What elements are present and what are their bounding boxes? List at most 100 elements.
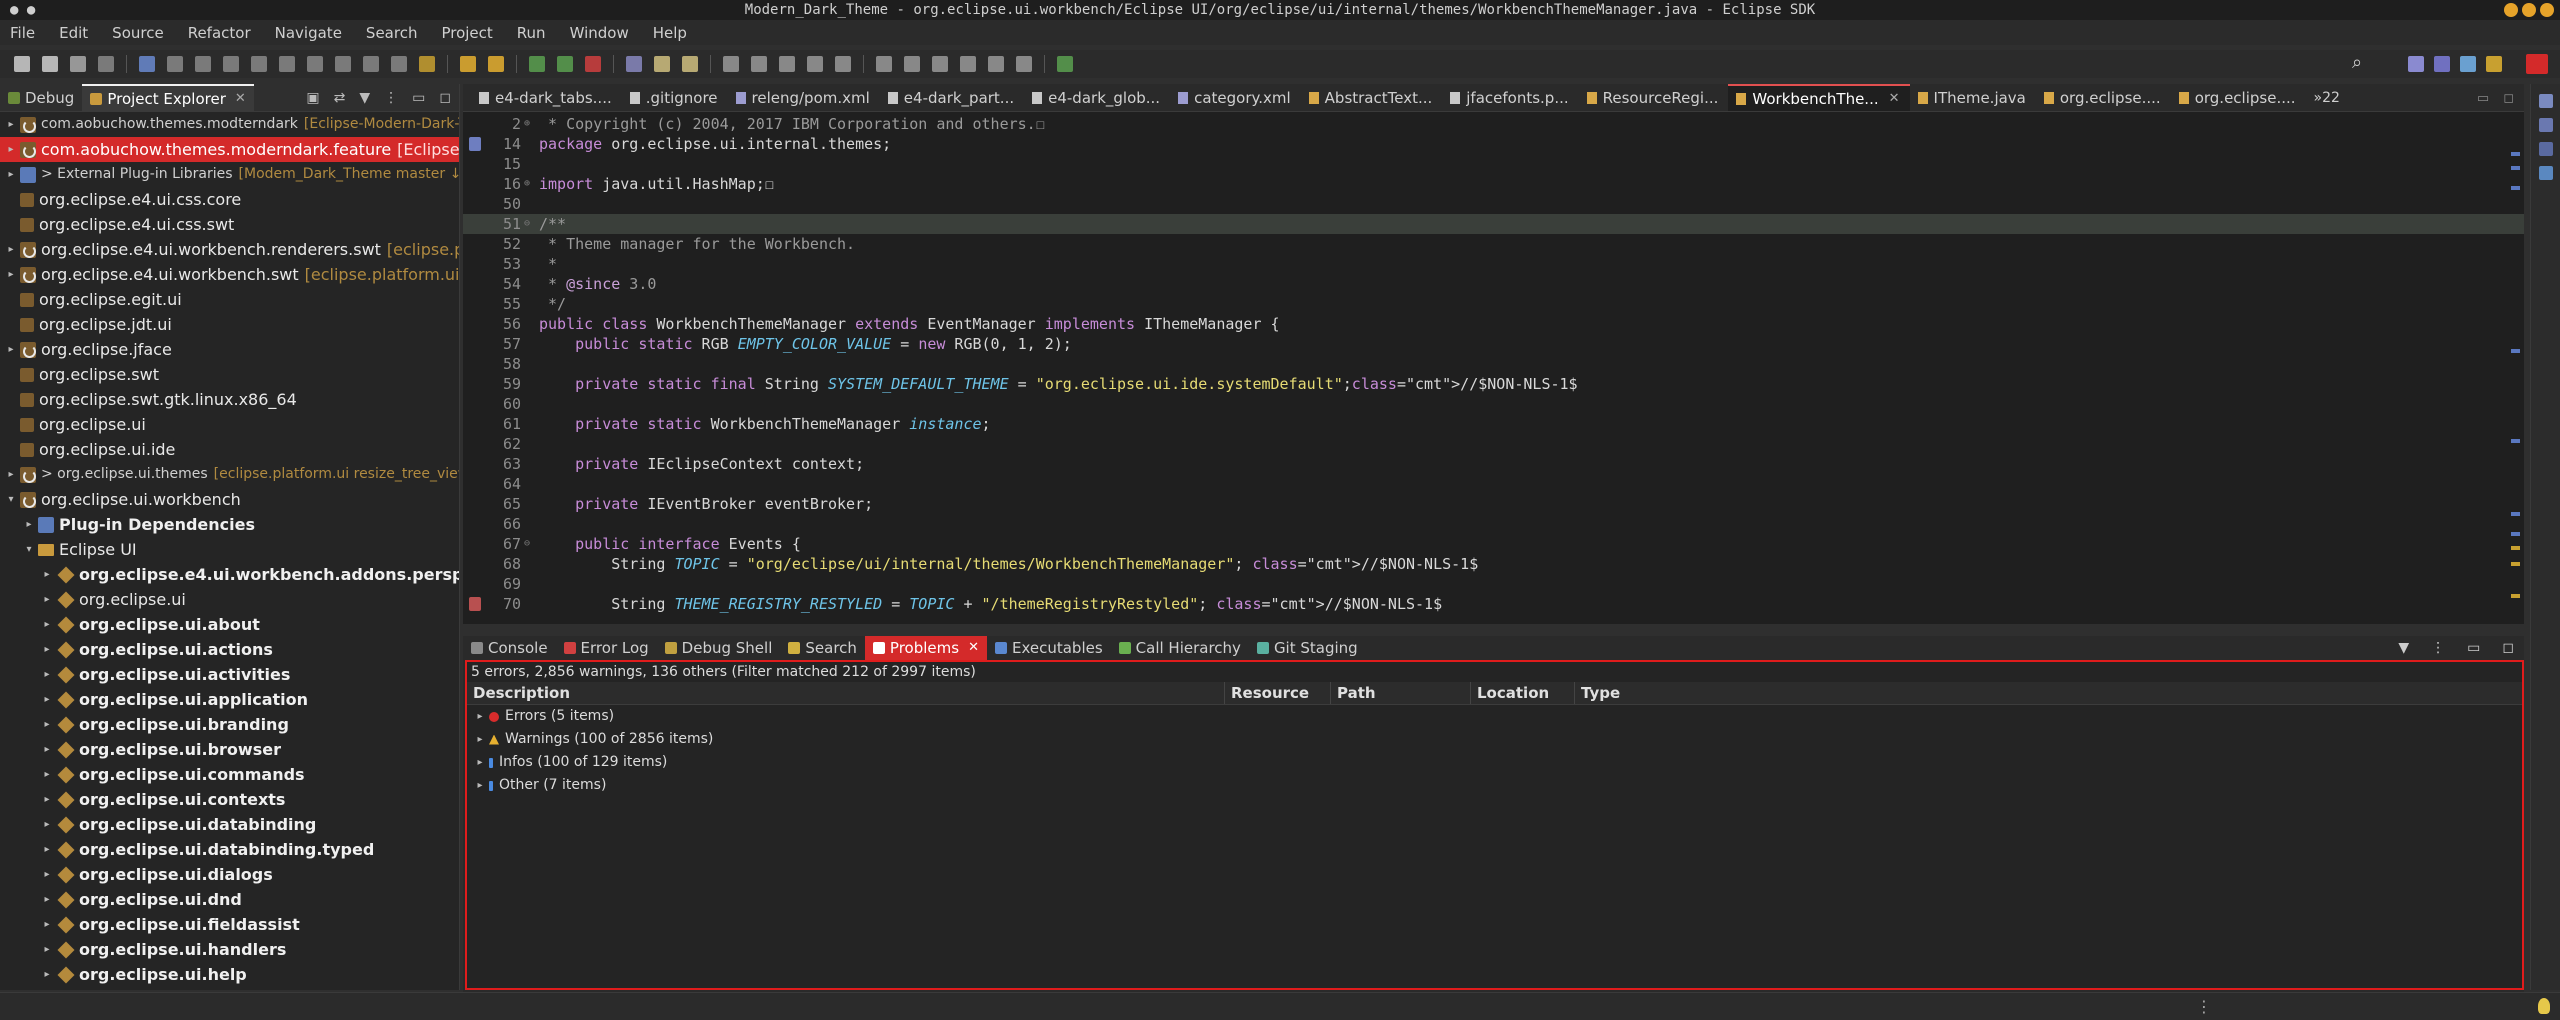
- toolbar-button-icon[interactable]: [876, 56, 892, 72]
- tab-problems[interactable]: Problems ✕: [864, 636, 987, 660]
- tree-item[interactable]: org.eclipse.e4.ui.css.core: [0, 187, 459, 212]
- tree-item[interactable]: ▸ org.eclipse.ui.handlers: [0, 937, 459, 962]
- toolbar-button-icon[interactable]: [751, 56, 767, 72]
- toolbar-button-icon[interactable]: [391, 56, 407, 72]
- code-editor[interactable]: 2 ⊕ * Copyright (c) 2004, 2017 IBM Corpor…: [463, 114, 2524, 624]
- tab-search[interactable]: Search: [780, 636, 865, 660]
- tab-error-log[interactable]: Error Log: [556, 636, 657, 660]
- warning-marker[interactable]: [2511, 546, 2520, 550]
- expand-arrow-icon[interactable]: ▸: [42, 637, 52, 662]
- toolbar-button-icon[interactable]: [195, 56, 211, 72]
- close-tab-icon[interactable]: ✕: [235, 85, 246, 113]
- tree-item[interactable]: org.eclipse.ui.ide: [0, 437, 459, 462]
- members-icon[interactable]: [2538, 166, 2553, 180]
- warning-marker[interactable]: [2511, 562, 2520, 566]
- tree-item[interactable]: ▸ com.aobuchow.themes.modterndark [Eclipse…: [0, 112, 459, 137]
- tree-item[interactable]: ▸ org.eclipse.ui.commands: [0, 762, 459, 787]
- expand-arrow-icon[interactable]: ▸: [6, 237, 16, 262]
- toolbar-button-icon[interactable]: [904, 56, 920, 72]
- menu-file[interactable]: File: [10, 24, 35, 42]
- search-icon[interactable]: ⌕: [2352, 52, 2362, 73]
- expand-arrow-icon[interactable]: ▸: [475, 774, 485, 797]
- menu-help[interactable]: Help: [653, 24, 687, 42]
- error-marker-icon[interactable]: [469, 597, 481, 611]
- expand-arrow-icon[interactable]: ▸: [42, 662, 52, 687]
- toolbar-button-icon[interactable]: [307, 56, 323, 72]
- expand-arrow-icon[interactable]: ▸: [6, 462, 16, 487]
- tree-item[interactable]: ▸ org.eclipse.e4.ui.workbench.swt [eclipse…: [0, 262, 459, 287]
- gutter[interactable]: [463, 474, 491, 494]
- column-description[interactable]: Description: [467, 682, 1225, 704]
- outline-icon[interactable]: [2538, 94, 2553, 108]
- window-menu-icon[interactable]: ● ●: [10, 0, 35, 20]
- problem-group-row[interactable]: ▸ Warnings (100 of 2856 items): [467, 728, 2522, 751]
- editor-tab[interactable]: WorkbenchThe... ✕: [1728, 84, 1910, 111]
- tree-item[interactable]: ▸ org.eclipse.ui.application: [0, 687, 459, 712]
- gutter[interactable]: [463, 194, 491, 214]
- tab-console[interactable]: Console: [463, 636, 556, 660]
- expand-arrow-icon[interactable]: ▸: [42, 562, 52, 587]
- menu-project[interactable]: Project: [441, 24, 492, 42]
- maximize-icon[interactable]: [2522, 3, 2536, 17]
- perspective-icon[interactable]: [2434, 56, 2450, 72]
- expand-arrow-icon[interactable]: ▸: [42, 712, 52, 737]
- tab-debug-shell[interactable]: Debug Shell: [657, 636, 781, 660]
- debug-perspective-icon[interactable]: [2526, 54, 2548, 74]
- gutter[interactable]: [463, 254, 491, 274]
- tree-item[interactable]: ▸ org.eclipse.e4.ui.workbench.addons.pers…: [0, 562, 459, 587]
- toolbar-button-icon[interactable]: [42, 56, 58, 72]
- gutter[interactable]: [463, 294, 491, 314]
- toolbar-button-icon[interactable]: [419, 56, 435, 72]
- overview-ruler[interactable]: [2509, 144, 2521, 624]
- tree-item[interactable]: ▸ org.eclipse.ui.contexts: [0, 787, 459, 812]
- gutter[interactable]: [463, 494, 491, 514]
- tree-item[interactable]: ▸ org.eclipse.ui.help: [0, 962, 459, 987]
- editor-overflow-indicator[interactable]: »22: [2314, 90, 2340, 106]
- editor-tab[interactable]: e4-dark_tabs....: [471, 84, 622, 111]
- toolbar-button-icon[interactable]: [1016, 56, 1032, 72]
- expand-arrow-icon[interactable]: ▸: [475, 705, 485, 728]
- minimize-icon[interactable]: [2504, 3, 2518, 17]
- toolbar-button-icon[interactable]: [167, 56, 183, 72]
- tree-item[interactable]: org.eclipse.swt.gtk.linux.x86_64: [0, 387, 459, 412]
- gutter[interactable]: [463, 354, 491, 374]
- annotation-marker[interactable]: [2511, 439, 2520, 443]
- filter-icon[interactable]: ▼: [359, 90, 370, 106]
- hierarchy-icon[interactable]: [2538, 142, 2553, 156]
- editor-tab[interactable]: category.xml: [1170, 84, 1301, 111]
- gutter[interactable]: [463, 554, 491, 574]
- fold-toggle-icon[interactable]: ⊖: [523, 214, 531, 234]
- toolbar-button-icon[interactable]: [988, 56, 1004, 72]
- toolbar-button-icon[interactable]: [460, 56, 476, 72]
- expand-arrow-icon[interactable]: ▸: [6, 262, 16, 287]
- menu-refactor[interactable]: Refactor: [188, 24, 251, 42]
- toolbar-button-icon[interactable]: [223, 56, 239, 72]
- tree-item[interactable]: ▸ org.eclipse.ui.actions: [0, 637, 459, 662]
- tree-item[interactable]: ▸ org.eclipse.ui.databinding.typed: [0, 837, 459, 862]
- maximize-view-icon[interactable]: ◻: [439, 90, 451, 106]
- expand-arrow-icon[interactable]: ▸: [475, 751, 485, 774]
- tree-item[interactable]: ▸ org.eclipse.ui.databinding: [0, 812, 459, 837]
- tree-item[interactable]: ▸ org.eclipse.ui: [0, 587, 459, 612]
- problem-group-row[interactable]: ▸ Infos (100 of 129 items): [467, 751, 2522, 774]
- tab-debug[interactable]: Debug: [0, 84, 82, 112]
- menu-navigate[interactable]: Navigate: [275, 24, 342, 42]
- perspective-icon[interactable]: [2408, 56, 2424, 72]
- gutter[interactable]: [463, 274, 491, 294]
- task-list-icon[interactable]: [2538, 118, 2553, 132]
- close-window-icon[interactable]: [2540, 3, 2554, 17]
- expand-arrow-icon[interactable]: ▾: [6, 487, 16, 512]
- perspective-icon[interactable]: [2460, 56, 2476, 72]
- annotation-marker[interactable]: [2511, 186, 2520, 190]
- expand-arrow-icon[interactable]: ▸: [42, 787, 52, 812]
- tree-item[interactable]: org.eclipse.ui: [0, 412, 459, 437]
- editor-tab[interactable]: .gitignore: [622, 84, 728, 111]
- expand-arrow-icon[interactable]: ▸: [42, 737, 52, 762]
- toolbar-button-icon[interactable]: [1057, 56, 1073, 72]
- annotation-marker[interactable]: [2511, 512, 2520, 516]
- expand-arrow-icon[interactable]: ▸: [42, 812, 52, 837]
- gutter[interactable]: [463, 174, 491, 194]
- editor-tab[interactable]: AbstractText...: [1301, 84, 1443, 111]
- toolbar-button-icon[interactable]: [279, 56, 295, 72]
- column-resource[interactable]: Resource: [1225, 682, 1331, 704]
